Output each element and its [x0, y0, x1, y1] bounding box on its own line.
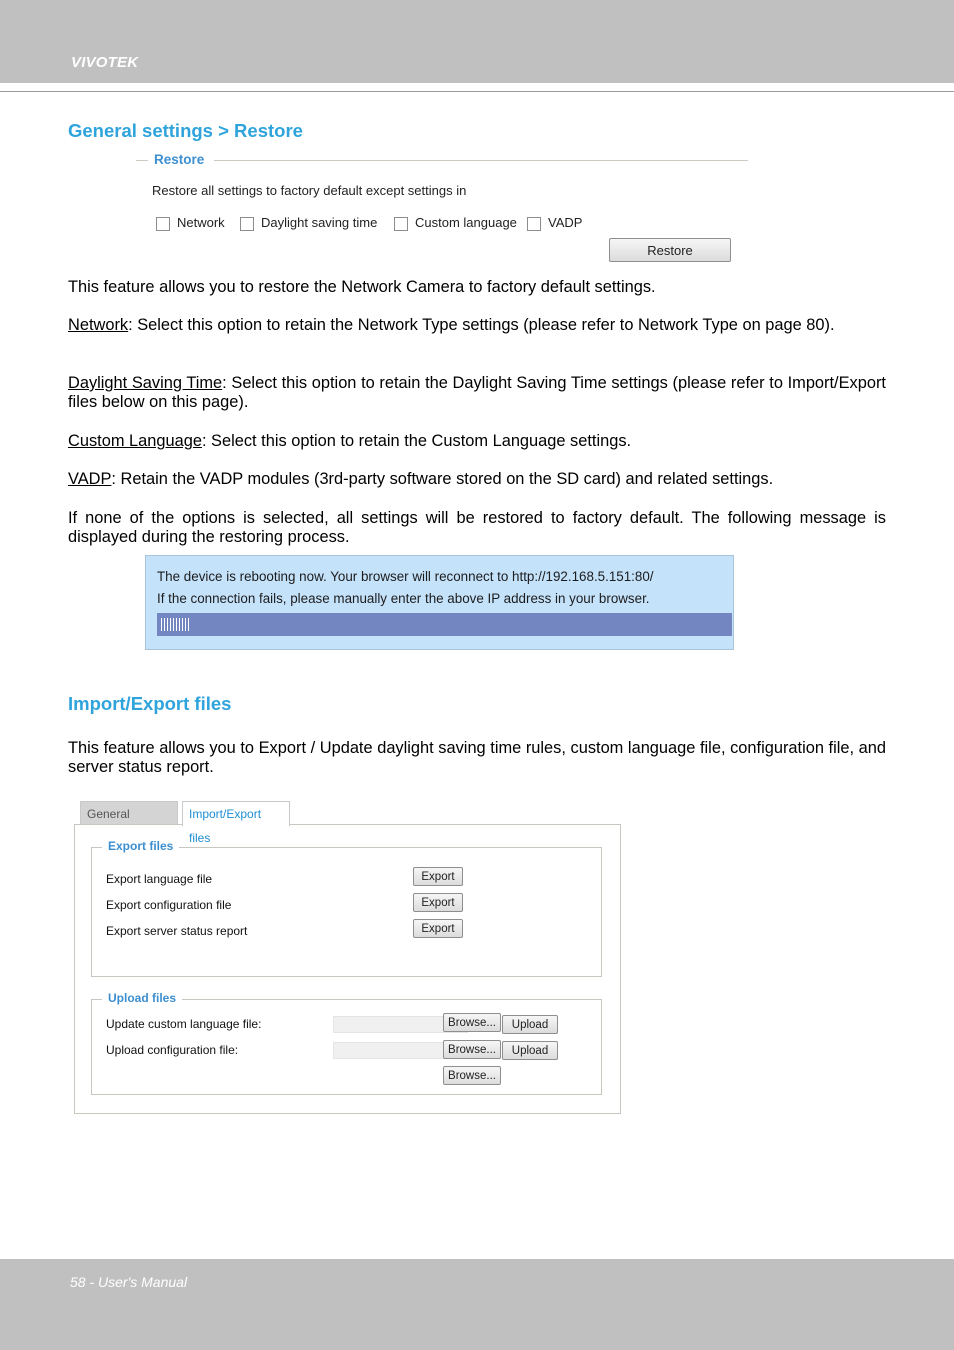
- vadp-checkbox-label: VADP: [548, 215, 583, 230]
- configuration-upload-button[interactable]: Upload: [502, 1041, 558, 1060]
- custom-language-checkbox-label: Custom language: [415, 215, 517, 230]
- reboot-progress-fill: [161, 618, 190, 631]
- export-server-status-label: Export server status report: [106, 924, 248, 938]
- custom-language-browse-button[interactable]: Browse...: [443, 1013, 501, 1032]
- upload-configuration-label: Upload configuration file:: [106, 1043, 239, 1057]
- export-language-file-button[interactable]: Export: [413, 867, 463, 886]
- export-configuration-file-button[interactable]: Export: [413, 893, 463, 912]
- reboot-message-box: The device is rebooting now. Your browse…: [145, 555, 734, 650]
- vadp-term: VADP: [68, 470, 112, 488]
- export-server-status-button[interactable]: Export: [413, 919, 463, 938]
- dst-term: Daylight Saving Time: [68, 374, 223, 392]
- restore-button[interactable]: Restore: [609, 238, 731, 262]
- export-files-legend: Export files: [102, 839, 180, 853]
- brand-logo: VIVOTEK: [71, 54, 139, 71]
- restore-section-title: General settings > Restore: [68, 120, 303, 141]
- import-export-description: This feature allows you to Export / Upda…: [68, 739, 886, 776]
- vadp-description: : Retain the VADP modules (3rd-party sof…: [111, 470, 774, 488]
- network-paragraph: Network: Select this option to retain th…: [68, 316, 886, 335]
- network-term: Network: [68, 316, 129, 334]
- network-description: : Select this option to retain the Netwo…: [128, 316, 835, 334]
- daylight-saving-checkbox[interactable]: [240, 217, 254, 231]
- reboot-progress-bar: [157, 613, 732, 636]
- configuration-browse-button[interactable]: Browse...: [443, 1040, 501, 1059]
- reboot-message-line-2: If the connection fails, please manually…: [157, 591, 650, 606]
- upload-files-fieldset: Upload files Update custom language file…: [91, 991, 602, 1095]
- dst-paragraph: Daylight Saving Time: Select this option…: [68, 374, 886, 412]
- custom-language-term: Custom Language: [68, 432, 202, 450]
- page-header: [0, 0, 954, 83]
- reboot-message-line-1: The device is rebooting now. Your browse…: [157, 569, 654, 584]
- upload-files-legend: Upload files: [102, 991, 183, 1005]
- restore-fieldset-line-left: [136, 160, 148, 161]
- export-files-fieldset: Export files Export language file Export…: [91, 839, 602, 977]
- custom-language-checkbox[interactable]: [394, 217, 408, 231]
- extra-browse-button[interactable]: Browse...: [443, 1066, 501, 1085]
- header-divider: [0, 91, 954, 92]
- vadp-paragraph: VADP: Retain the VADP modules (3rd-party…: [68, 470, 886, 489]
- custom-language-upload-button[interactable]: Upload: [502, 1015, 558, 1034]
- update-custom-language-label: Update custom language file:: [106, 1017, 262, 1031]
- restore-fieldset-line-right: [214, 160, 748, 161]
- network-checkbox[interactable]: [156, 217, 170, 231]
- page-footer: [0, 1259, 954, 1350]
- restore-description: Restore all settings to factory default …: [152, 183, 467, 198]
- network-checkbox-label: Network: [177, 215, 225, 230]
- tab-import-export-files[interactable]: Import/Export files: [182, 801, 290, 845]
- restore-legend: Restore: [154, 152, 205, 167]
- export-configuration-file-label: Export configuration file: [106, 898, 232, 912]
- none-selected-paragraph: If none of the options is selected, all …: [68, 509, 886, 546]
- custom-language-description: : Select this option to retain the Custo…: [201, 432, 632, 450]
- daylight-saving-checkbox-label: Daylight saving time: [261, 215, 378, 230]
- export-language-file-label: Export language file: [106, 872, 213, 886]
- vadp-checkbox[interactable]: [527, 217, 541, 231]
- page-number-label: 58 - User's Manual: [70, 1274, 188, 1290]
- import-export-panel: Export files Export language file Export…: [74, 824, 621, 1114]
- import-export-section-title: Import/Export files: [68, 693, 232, 714]
- tab-general-settings[interactable]: General settings: [80, 801, 178, 845]
- restore-intro-paragraph: This feature allows you to restore the N…: [68, 278, 656, 296]
- custom-language-paragraph: Custom Language: Select this option to r…: [68, 432, 886, 451]
